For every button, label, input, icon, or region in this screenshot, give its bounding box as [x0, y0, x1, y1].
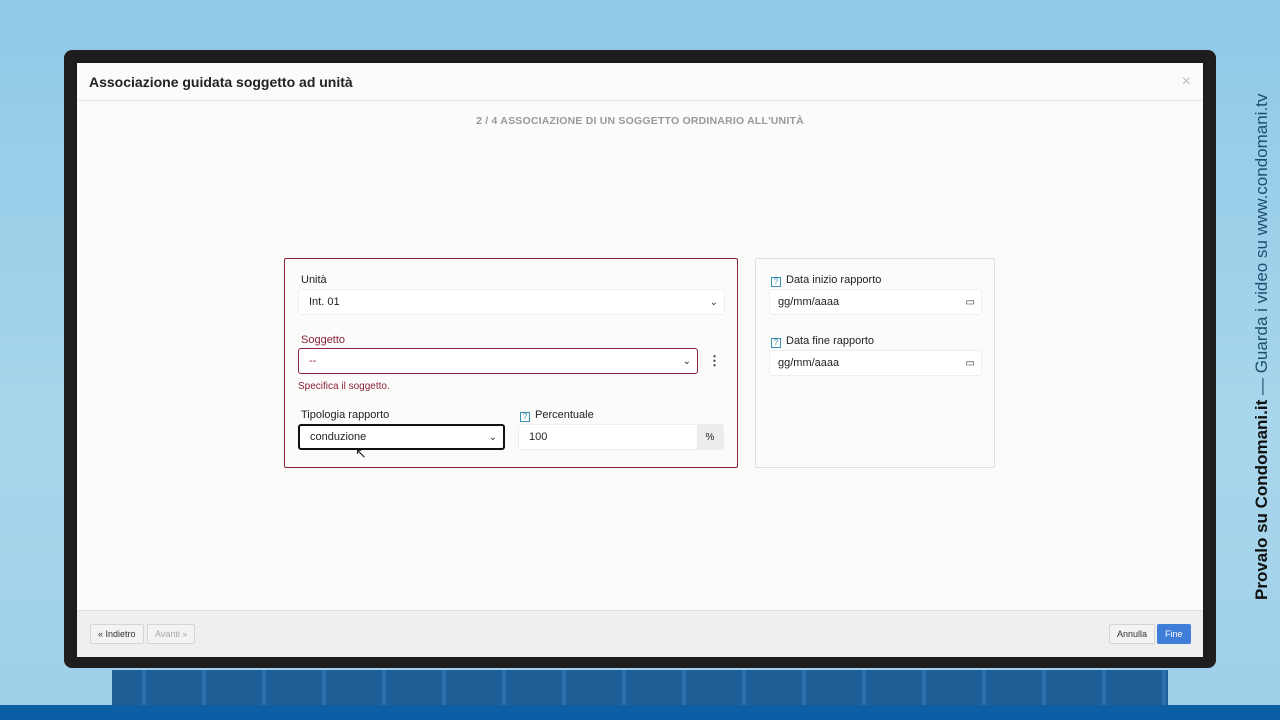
cancel-button[interactable]: Annulla	[1109, 624, 1156, 644]
finish-button[interactable]: Fine	[1157, 624, 1191, 644]
modal-footer: « Indietro Avanti » Annulla Fine	[77, 610, 1203, 657]
data-fine-label: ? Data fine rapporto	[771, 335, 874, 348]
chevron-down-icon: ⌄	[488, 431, 497, 443]
tipologia-label: Tipologia rapporto	[301, 409, 390, 421]
soggetto-error: Specifica il soggetto.	[298, 381, 390, 392]
chevron-down-icon: ⌄	[682, 355, 691, 367]
back-button[interactable]: « Indietro	[90, 624, 144, 644]
footer-strip	[0, 705, 1280, 720]
percentuale-input[interactable]: 100%	[518, 424, 724, 450]
unita-select[interactable]: Int. 01 ⌄	[298, 289, 725, 315]
unita-value: Int. 01	[309, 296, 340, 308]
soggetto-value: --	[309, 355, 317, 367]
more-options-icon[interactable]: ⋮	[708, 353, 721, 369]
wizard-modal: Associazione guidata soggetto ad unità ×…	[77, 63, 1203, 657]
data-fine-label-text: Data fine rapporto	[786, 335, 875, 347]
percentuale-label: ? Percentuale	[520, 409, 594, 422]
help-icon[interactable]: ?	[520, 412, 530, 422]
data-fine-input[interactable]: gg/mm/aaaa ▭	[769, 350, 982, 376]
percentuale-value: 100	[529, 431, 548, 443]
promo-banner: Provalo su Condomani.it — Guarda i video…	[1252, 94, 1272, 600]
tipologia-select[interactable]: conduzione ⌄	[298, 424, 505, 450]
promo-bold: Provalo su Condomani.it	[1252, 399, 1271, 600]
data-inizio-input[interactable]: gg/mm/aaaa ▭	[769, 289, 982, 315]
soggetto-label: Soggetto	[301, 334, 346, 346]
calendar-icon[interactable]: ▭	[966, 358, 975, 369]
data-inizio-label-text: Data inizio rapporto	[786, 274, 882, 286]
dates-panel: ? Data inizio rapporto gg/mm/aaaa ▭ ? Data …	[755, 258, 995, 468]
data-inizio-placeholder: gg/mm/aaaa	[778, 296, 840, 308]
unita-label: Unità	[301, 274, 327, 286]
data-inizio-label: ? Data inizio rapporto	[771, 274, 881, 287]
skyline-decoration	[112, 670, 1168, 710]
next-button[interactable]: Avanti »	[147, 624, 196, 644]
chevron-down-icon: ⌄	[709, 296, 718, 308]
promo-text: — Guarda i video su www.condomani.tv	[1252, 93, 1271, 400]
data-fine-placeholder: gg/mm/aaaa	[778, 357, 840, 369]
step-indicator: 2 / 4 ASSOCIAZIONE DI UN SOGGETTO ORDINA…	[476, 115, 804, 127]
calendar-icon[interactable]: ▭	[966, 297, 975, 308]
subject-panel: Unità Int. 01 ⌄ Soggetto -- ⌄ ⋮ Specifica …	[284, 258, 738, 468]
modal-title: Associazione guidata soggetto ad unità	[89, 73, 353, 90]
mouse-cursor-icon: ↖	[355, 445, 367, 461]
tipologia-value: conduzione	[310, 431, 367, 443]
soggetto-select[interactable]: -- ⌄	[298, 348, 698, 374]
percent-addon: %	[697, 425, 723, 449]
close-icon[interactable]: ×	[1182, 73, 1191, 91]
percentuale-label-text: Percentuale	[535, 409, 594, 421]
help-icon[interactable]: ?	[771, 338, 781, 348]
help-icon[interactable]: ?	[771, 277, 781, 287]
